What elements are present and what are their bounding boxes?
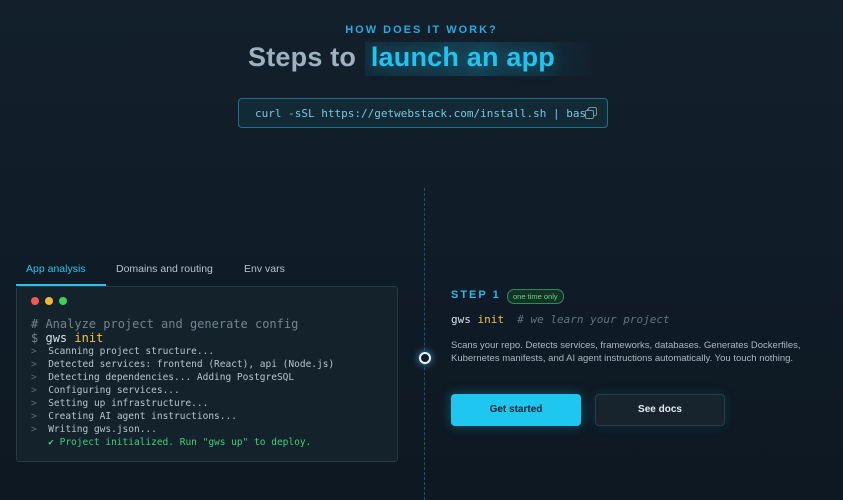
see-docs-button[interactable]: See docs <box>595 394 725 426</box>
terminal-output-line: > Scanning project structure... <box>31 346 215 357</box>
minimize-dot-icon <box>45 297 53 305</box>
install-command: curl -sSL https://getwebstack.com/instal… <box>255 106 593 120</box>
step-command-comment: # we learn your project <box>517 313 670 326</box>
terminal-output-line: > Writing gws.json... <box>31 424 157 435</box>
step-command-prefix: gws <box>451 313 471 326</box>
tab-app-analysis[interactable]: App analysis <box>16 262 106 286</box>
install-command-box[interactable]: curl -sSL https://getwebstack.com/instal… <box>238 98 608 128</box>
terminal-output-line: > Setting up infrastructure... <box>31 398 209 409</box>
terminal-body: # Analyze project and generate config $ … <box>31 317 389 449</box>
step-command: gws init # we learn your project <box>451 313 670 326</box>
timeline-divider <box>424 188 425 500</box>
tab-domains-and-routing[interactable]: Domains and routing <box>106 262 236 284</box>
terminal-output-line: > Configuring services... <box>31 385 180 396</box>
terminal-success-line: ✔ Project initialized. Run "gws up" to d… <box>48 437 312 448</box>
terminal-output-line: > Detected services: frontend (React), a… <box>31 359 335 370</box>
get-started-button[interactable]: Get started <box>451 394 581 426</box>
window-controls <box>31 297 67 305</box>
section-eyebrow: HOW DOES IT WORK? <box>345 24 498 36</box>
step-description: Scans your repo. Detects services, frame… <box>451 340 801 364</box>
terminal-window: # Analyze project and generate config $ … <box>16 286 398 462</box>
step-command-keyword: init <box>477 313 505 326</box>
terminal-command-keyword: init <box>74 331 104 345</box>
section-title-prefix: Steps to <box>248 42 357 72</box>
terminal-output-line: > Detecting dependencies... Adding Postg… <box>31 372 295 383</box>
step-badge: one time only <box>507 289 564 304</box>
step-label: STEP 1 <box>451 289 501 301</box>
tab-env-vars[interactable]: Env vars <box>236 262 314 284</box>
terminal-output-line: > Creating AI agent instructions... <box>31 411 237 422</box>
terminal-prompt: $ <box>31 331 39 345</box>
tab-bar: App analysis Domains and routing Env var… <box>16 262 398 286</box>
terminal-command: $ gws init <box>31 331 389 345</box>
copy-icon[interactable] <box>585 107 597 119</box>
maximize-dot-icon <box>59 297 67 305</box>
section-title: Steps to launch an app <box>0 42 843 76</box>
timeline-dot <box>419 352 431 364</box>
close-dot-icon <box>31 297 39 305</box>
section-title-accent: launch an app <box>364 42 595 76</box>
terminal-comment: # Analyze project and generate config <box>31 317 299 331</box>
terminal-command-prefix: gws <box>45 331 68 345</box>
